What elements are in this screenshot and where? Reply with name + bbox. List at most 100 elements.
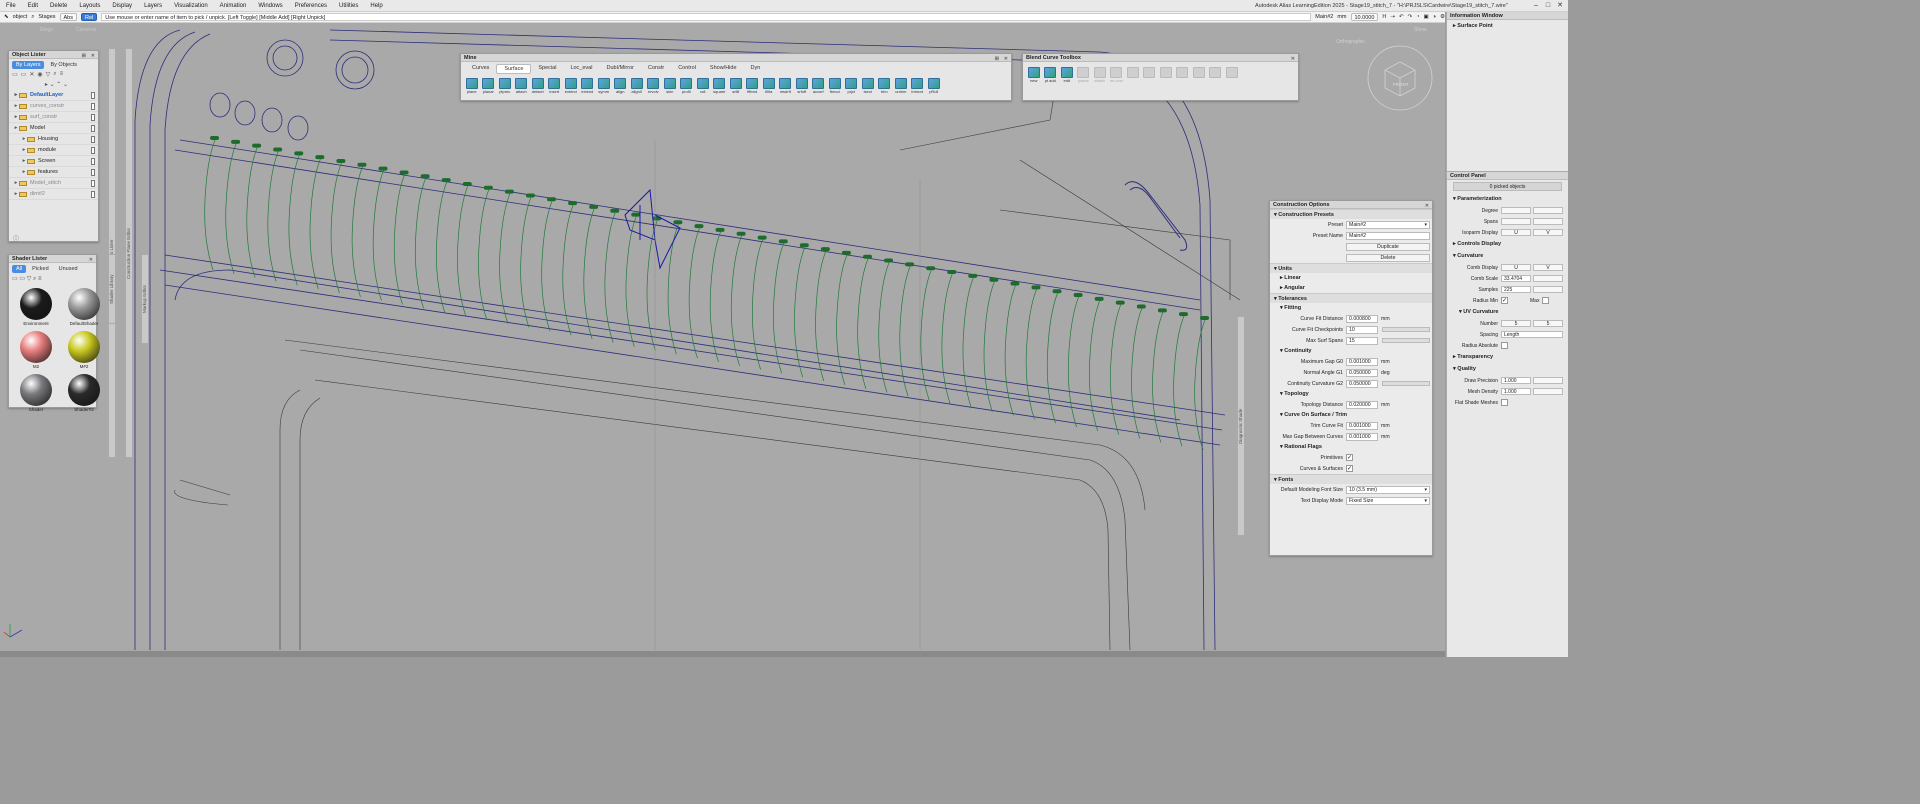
shelf-tool-button[interactable]: untrim <box>893 78 909 95</box>
shelf-tool-button[interactable]: symm <box>596 78 612 95</box>
filter-icon[interactable]: ▽ <box>46 71 51 81</box>
layer-row[interactable]: ▸ dim#2 <box>9 189 98 200</box>
text-mode-select[interactable]: Fixed Size <box>1346 496 1430 505</box>
layer-row[interactable]: ▸ curves_constr <box>9 101 98 112</box>
new-layer-icon[interactable]: ▭ <box>12 71 18 81</box>
shelf-tool-button[interactable]: profil <box>679 78 695 95</box>
subsection-rational-flags[interactable]: ▾ Rational Flags <box>1270 442 1432 452</box>
menu-utilities[interactable]: Utilities <box>333 0 364 12</box>
shelf-tool-button[interactable]: extend <box>580 78 596 95</box>
shelf-tool-button[interactable]: pRull <box>926 78 942 95</box>
shelf-tab[interactable]: Control <box>671 64 703 74</box>
visibility-toggle[interactable] <box>91 146 95 154</box>
prompt-line[interactable]: Use mouse or enter name of item to pick … <box>101 13 1312 21</box>
section-tolerances[interactable]: ▾ Tolerances <box>1270 293 1432 303</box>
isoparm-u-button[interactable]: U <box>1501 229 1531 236</box>
modeling-viewport[interactable]: Rings Cameras FRONT Orthographic Show <box>0 23 1445 653</box>
draw-precision-input[interactable]: 1.000 <box>1501 377 1531 384</box>
shelf-tool-button[interactable]: prjct <box>844 78 860 95</box>
subsection-curve-on-surface[interactable]: ▾ Curve On Surface / Trim <box>1270 410 1432 420</box>
redo-icon[interactable]: ↷ <box>1408 14 1413 20</box>
camera2-icon[interactable]: ◑ <box>1433 14 1436 20</box>
shader-swatch[interactable]: M2 <box>15 331 57 370</box>
close-icon[interactable]: ✕ <box>1004 55 1008 63</box>
settings-icon[interactable]: ⚙ <box>1440 14 1445 20</box>
shelf-tool-button[interactable]: ftmod <box>827 78 843 95</box>
shelf-tab[interactable]: Dyn <box>744 64 768 74</box>
close-icon[interactable]: ✕ <box>89 256 93 264</box>
visibility-toggle[interactable] <box>91 91 95 99</box>
shelf-tool-button[interactable]: fftbnd <box>745 78 761 95</box>
eye-icon[interactable]: ◉ <box>37 71 42 81</box>
layer-row[interactable]: ▸ features <box>9 167 98 178</box>
pick-mode-label[interactable]: object <box>13 14 28 20</box>
new-shader-icon[interactable]: ▭ <box>12 276 18 282</box>
diagnostic-shade-strip[interactable]: Diagnostic Shade <box>1237 316 1245 536</box>
flat-shade-checkbox[interactable] <box>1501 399 1508 406</box>
layer-row[interactable]: ▸ surf_constr <box>9 112 98 123</box>
number-u-input[interactable]: 5 <box>1501 320 1531 327</box>
close-window-button[interactable]: ✕ <box>1555 1 1565 10</box>
menu-windows[interactable]: Windows <box>252 0 288 12</box>
stages-button[interactable]: Stages <box>38 14 55 20</box>
curves-surfaces-checkbox[interactable]: ✓ <box>1346 465 1353 472</box>
shelf-tool-button[interactable]: square <box>712 78 728 95</box>
font-size-select[interactable]: 10 (3.5 mm) <box>1346 485 1430 494</box>
close-icon[interactable]: ✕ <box>1291 55 1295 63</box>
search-icon[interactable]: ⌕ <box>53 71 56 81</box>
blend-tool-button[interactable]: edit <box>1059 67 1075 84</box>
blend-tool-button[interactable]: attach <box>1092 67 1108 84</box>
tab-all[interactable]: All <box>12 265 27 273</box>
continuity-g2-input[interactable]: 0.050000 <box>1346 379 1378 388</box>
section-units[interactable]: ▾ Units <box>1270 263 1432 273</box>
menu-layouts[interactable]: Layouts <box>73 0 106 12</box>
snap-icon[interactable]: ⇢ <box>1390 14 1395 20</box>
comb-scale-slider[interactable] <box>1533 275 1563 282</box>
section-uv-curvature[interactable]: ▾ UV Curvature <box>1447 306 1568 318</box>
shelf-tool-button[interactable]: skin <box>662 78 678 95</box>
info-icon[interactable]: ⓘ <box>13 234 19 243</box>
menu-animation[interactable]: Animation <box>214 0 253 12</box>
shader-swatch[interactable]: DefaultShader <box>63 288 105 327</box>
layer-row[interactable]: ▸ Screen <box>9 156 98 167</box>
menu-help[interactable]: Help <box>364 0 388 12</box>
mesh-density-input[interactable]: 1.000 <box>1501 388 1531 395</box>
preset-name-input[interactable]: Main#2 <box>1346 231 1430 240</box>
filter-icon[interactable]: ▽ <box>27 276 32 282</box>
comb-scale-input[interactable]: 33.4704 <box>1501 275 1531 282</box>
abs-toggle[interactable]: Abs <box>59 13 77 21</box>
close-icon[interactable]: ✕ <box>1425 202 1429 210</box>
mesh-density-slider[interactable] <box>1533 388 1563 395</box>
subsection-angular[interactable]: ▸ Angular <box>1270 283 1432 293</box>
checkpoints-slider[interactable] <box>1382 327 1430 332</box>
shelf-tab[interactable]: Surface <box>496 64 532 74</box>
subsection-linear[interactable]: ▸ Linear <box>1270 273 1432 283</box>
topology-distance-input[interactable]: 0.020000 <box>1346 400 1378 409</box>
subsection-continuity[interactable]: ▾ Continuity <box>1270 346 1432 356</box>
blend-tool-button[interactable] <box>1191 67 1207 84</box>
comb-v-button[interactable]: V <box>1533 264 1563 271</box>
samples-slider[interactable] <box>1533 286 1563 293</box>
shelf-tab[interactable]: Constr <box>641 64 671 74</box>
max-surf-spans-input[interactable]: 15 <box>1346 336 1378 345</box>
preset-select[interactable]: Main#2 <box>1346 220 1430 229</box>
blend-tool-button[interactable] <box>1142 67 1158 84</box>
isoparm-v-button[interactable]: V <box>1533 229 1563 236</box>
visibility-toggle[interactable] <box>91 135 95 143</box>
samples-input[interactable]: 225 <box>1501 286 1531 293</box>
visibility-toggle[interactable] <box>91 124 95 132</box>
visibility-toggle[interactable] <box>91 190 95 198</box>
delete-icon[interactable]: ✕ <box>29 71 34 81</box>
layer-row[interactable]: ▸ DefaultLayer <box>9 90 98 101</box>
tab-by-layers[interactable]: By Layers <box>12 61 45 69</box>
shelf-tool-button[interactable]: plane <box>464 78 480 95</box>
radius-absolute-checkbox[interactable] <box>1501 342 1508 349</box>
degree-v-field[interactable] <box>1533 207 1563 214</box>
curve-fit-distance-input[interactable]: 0.000800 <box>1346 314 1378 323</box>
rel-toggle[interactable]: Rel <box>81 13 98 21</box>
max-gap-curves-input[interactable]: 0.001000 <box>1346 432 1378 441</box>
shader-swatch[interactable]: Environment <box>15 288 57 327</box>
degree-u-field[interactable] <box>1501 207 1531 214</box>
shelf-tool-button[interactable]: trimcvt <box>910 78 926 95</box>
layer-row[interactable]: ▸ Model <box>9 123 98 134</box>
